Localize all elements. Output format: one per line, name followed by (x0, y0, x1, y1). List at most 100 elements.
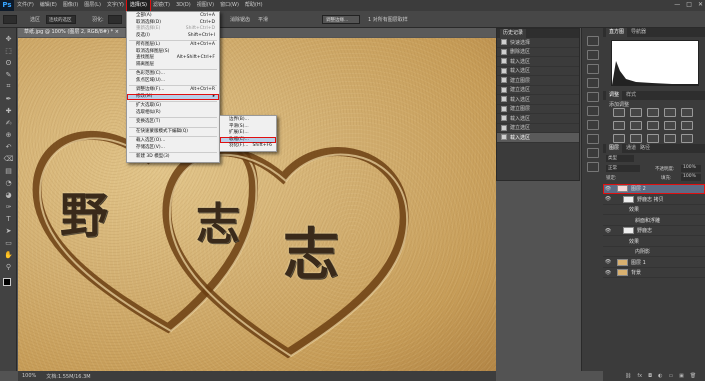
visibility-eye-icon[interactable]: 👁 (603, 196, 613, 202)
path-select-tool-icon[interactable]: ➤ (3, 226, 14, 235)
opacity-input[interactable]: 100% (681, 165, 701, 172)
dock-panel-icon[interactable] (587, 64, 599, 74)
brush-tool-icon[interactable]: ✍ (3, 118, 14, 127)
history-item[interactable]: 删除选区 (497, 48, 579, 57)
document-canvas[interactable]: 野 志 志 (18, 38, 496, 371)
blur-tool-icon[interactable]: ◔ (3, 178, 14, 187)
select_menu-item[interactable]: 反选(I) Shift+Ctrl+I (127, 33, 219, 40)
adjustment-icon[interactable] (647, 134, 659, 143)
adjustment-icon[interactable] (613, 134, 625, 143)
group-icon[interactable]: ▭ (668, 373, 673, 379)
visibility-eye-icon[interactable]: 👁 (603, 259, 613, 265)
layer-row[interactable]: 👁 背景 (603, 268, 705, 278)
fx-icon[interactable]: fx (637, 373, 642, 379)
adjustment-icon[interactable] (647, 108, 659, 117)
adjustment-icon[interactable] (681, 108, 693, 117)
history-item[interactable]: 建立图层 (497, 76, 579, 86)
tab-layers[interactable]: 图层 (606, 144, 623, 153)
adjustment-icon[interactable] (630, 121, 642, 130)
select_menu-item[interactable]: 变换选区(T) (127, 119, 219, 126)
dock-panel-icon[interactable] (587, 50, 599, 60)
menu-10[interactable]: 帮助(H) (242, 0, 266, 11)
history-item[interactable]: 建立选区 (497, 86, 579, 95)
adjustment-icon[interactable] (630, 134, 642, 143)
menu-0[interactable]: 文件(F) (14, 0, 37, 11)
zoom-level[interactable]: 100% (22, 373, 36, 379)
fill-input[interactable]: 100% (681, 174, 701, 181)
select_menu-item[interactable]: 在快速蒙版模式下编辑(Q) (127, 129, 219, 136)
tab-navigator[interactable]: 导航器 (631, 28, 646, 37)
close-tab-icon[interactable]: × (115, 29, 119, 35)
layer-row[interactable]: 👁 野鹿志 (603, 226, 705, 236)
visibility-eye-icon[interactable]: 👁 (603, 228, 613, 234)
gradient-tool-icon[interactable]: ▤ (3, 166, 14, 175)
dock-panel-icon[interactable] (587, 78, 599, 88)
new-layer-icon[interactable]: ▣ (679, 373, 684, 379)
lasso-tool-icon[interactable]: ʘ (3, 58, 14, 67)
sample-all-layers-checkbox[interactable]: 1 对所有图层取样 (368, 16, 408, 23)
tab-adjustments[interactable]: 调整 (606, 91, 623, 100)
crop-tool-icon[interactable]: ⌗ (3, 82, 14, 91)
foreground-color-swatch[interactable] (3, 278, 11, 286)
modify_menu-item[interactable]: 羽化(F)... Shift+F6 (220, 143, 276, 150)
dodge-tool-icon[interactable]: ◕ (3, 190, 14, 199)
select_menu-item[interactable]: 修改(M) ▸ (127, 93, 219, 100)
dock-panel-icon[interactable] (587, 36, 599, 46)
layer-row[interactable]: 效果 (603, 237, 705, 247)
layer-row[interactable]: 效果 (603, 205, 705, 215)
adjustment-icon[interactable] (664, 121, 676, 130)
menu-3[interactable]: 图层(L) (81, 0, 104, 11)
healing-tool-icon[interactable]: ✚ (3, 106, 14, 115)
history-item[interactable]: 建立选区 (497, 124, 579, 133)
history-item[interactable]: 快速选择 (497, 38, 579, 48)
adjustment-icon[interactable] (664, 108, 676, 117)
mode-select[interactable]: 连续的选区 (46, 15, 76, 24)
hand-tool-icon[interactable]: ✋ (3, 250, 14, 259)
history-item[interactable]: 载入选区 (497, 114, 579, 124)
history-item[interactable]: 载入选区 (497, 95, 579, 105)
visibility-eye-icon[interactable]: 👁 (603, 186, 613, 192)
history-item[interactable]: 载入选区 (497, 67, 579, 76)
menu-4[interactable]: 文字(Y) (104, 0, 127, 11)
refine-edge-button[interactable]: 调整边缘... (322, 15, 360, 24)
layer-row[interactable]: 👁 野鹿志 拷贝 (603, 195, 705, 205)
dock-panel-icon[interactable] (587, 120, 599, 130)
select_menu-item[interactable]: 存储选区(V)... (127, 145, 219, 152)
move-tool-icon[interactable]: ✥ (3, 34, 14, 43)
select_menu-item[interactable]: 选取相似(R) (127, 110, 219, 117)
adjustment-icon[interactable] (664, 134, 676, 143)
minimize-icon[interactable]: — (674, 1, 680, 8)
adjustment-icon[interactable] (647, 121, 659, 130)
delete-layer-icon[interactable]: 🗑 (690, 373, 696, 379)
menu-9[interactable]: 窗口(W) (217, 0, 242, 11)
close-icon[interactable]: ✕ (698, 1, 703, 8)
menu-2[interactable]: 图像(I) (60, 0, 81, 11)
menu-6[interactable]: 滤镜(T) (150, 0, 173, 11)
link-layers-icon[interactable]: ⛓ (625, 373, 631, 379)
menu-5[interactable]: 选择(S) (125, 0, 151, 12)
history-tab[interactable]: 历史记录 (500, 29, 527, 38)
history-item[interactable]: 建立图层 (497, 105, 579, 114)
adjustment-icon[interactable] (613, 121, 625, 130)
shape-tool-icon[interactable]: ▭ (3, 238, 14, 247)
eyedropper-tool-icon[interactable]: ✒ (3, 94, 14, 103)
layer-filter-kind[interactable]: 类型 (606, 155, 634, 162)
layer-row[interactable]: 内阴影 (603, 247, 705, 257)
feather-input[interactable] (108, 15, 122, 24)
adjustment-layer-icon[interactable]: ◐ (658, 373, 662, 379)
maximize-icon[interactable]: □ (686, 1, 692, 8)
dock-panel-icon[interactable] (587, 106, 599, 116)
adjustment-icon[interactable] (613, 108, 625, 117)
dock-panel-icon[interactable] (587, 162, 599, 172)
type-tool-icon[interactable]: T (3, 214, 14, 223)
history-item[interactable]: 载入选区 (497, 57, 579, 67)
mask-icon[interactable]: ◘ (648, 373, 652, 379)
tab-histogram[interactable]: 直方图 (606, 28, 628, 37)
adjustment-icon[interactable] (681, 121, 693, 130)
dock-panel-icon[interactable] (587, 148, 599, 158)
document-tab[interactable]: 草纸.jpg @ 100% (图层 2, RGB/8#) * × (18, 28, 125, 37)
layer-row[interactable]: 👁 图层 2 (603, 184, 705, 194)
zoom-tool-icon[interactable]: ⚲ (3, 262, 14, 271)
dock-panel-icon[interactable] (587, 92, 599, 102)
quick-select-tool-icon[interactable]: ✎ (3, 70, 14, 79)
